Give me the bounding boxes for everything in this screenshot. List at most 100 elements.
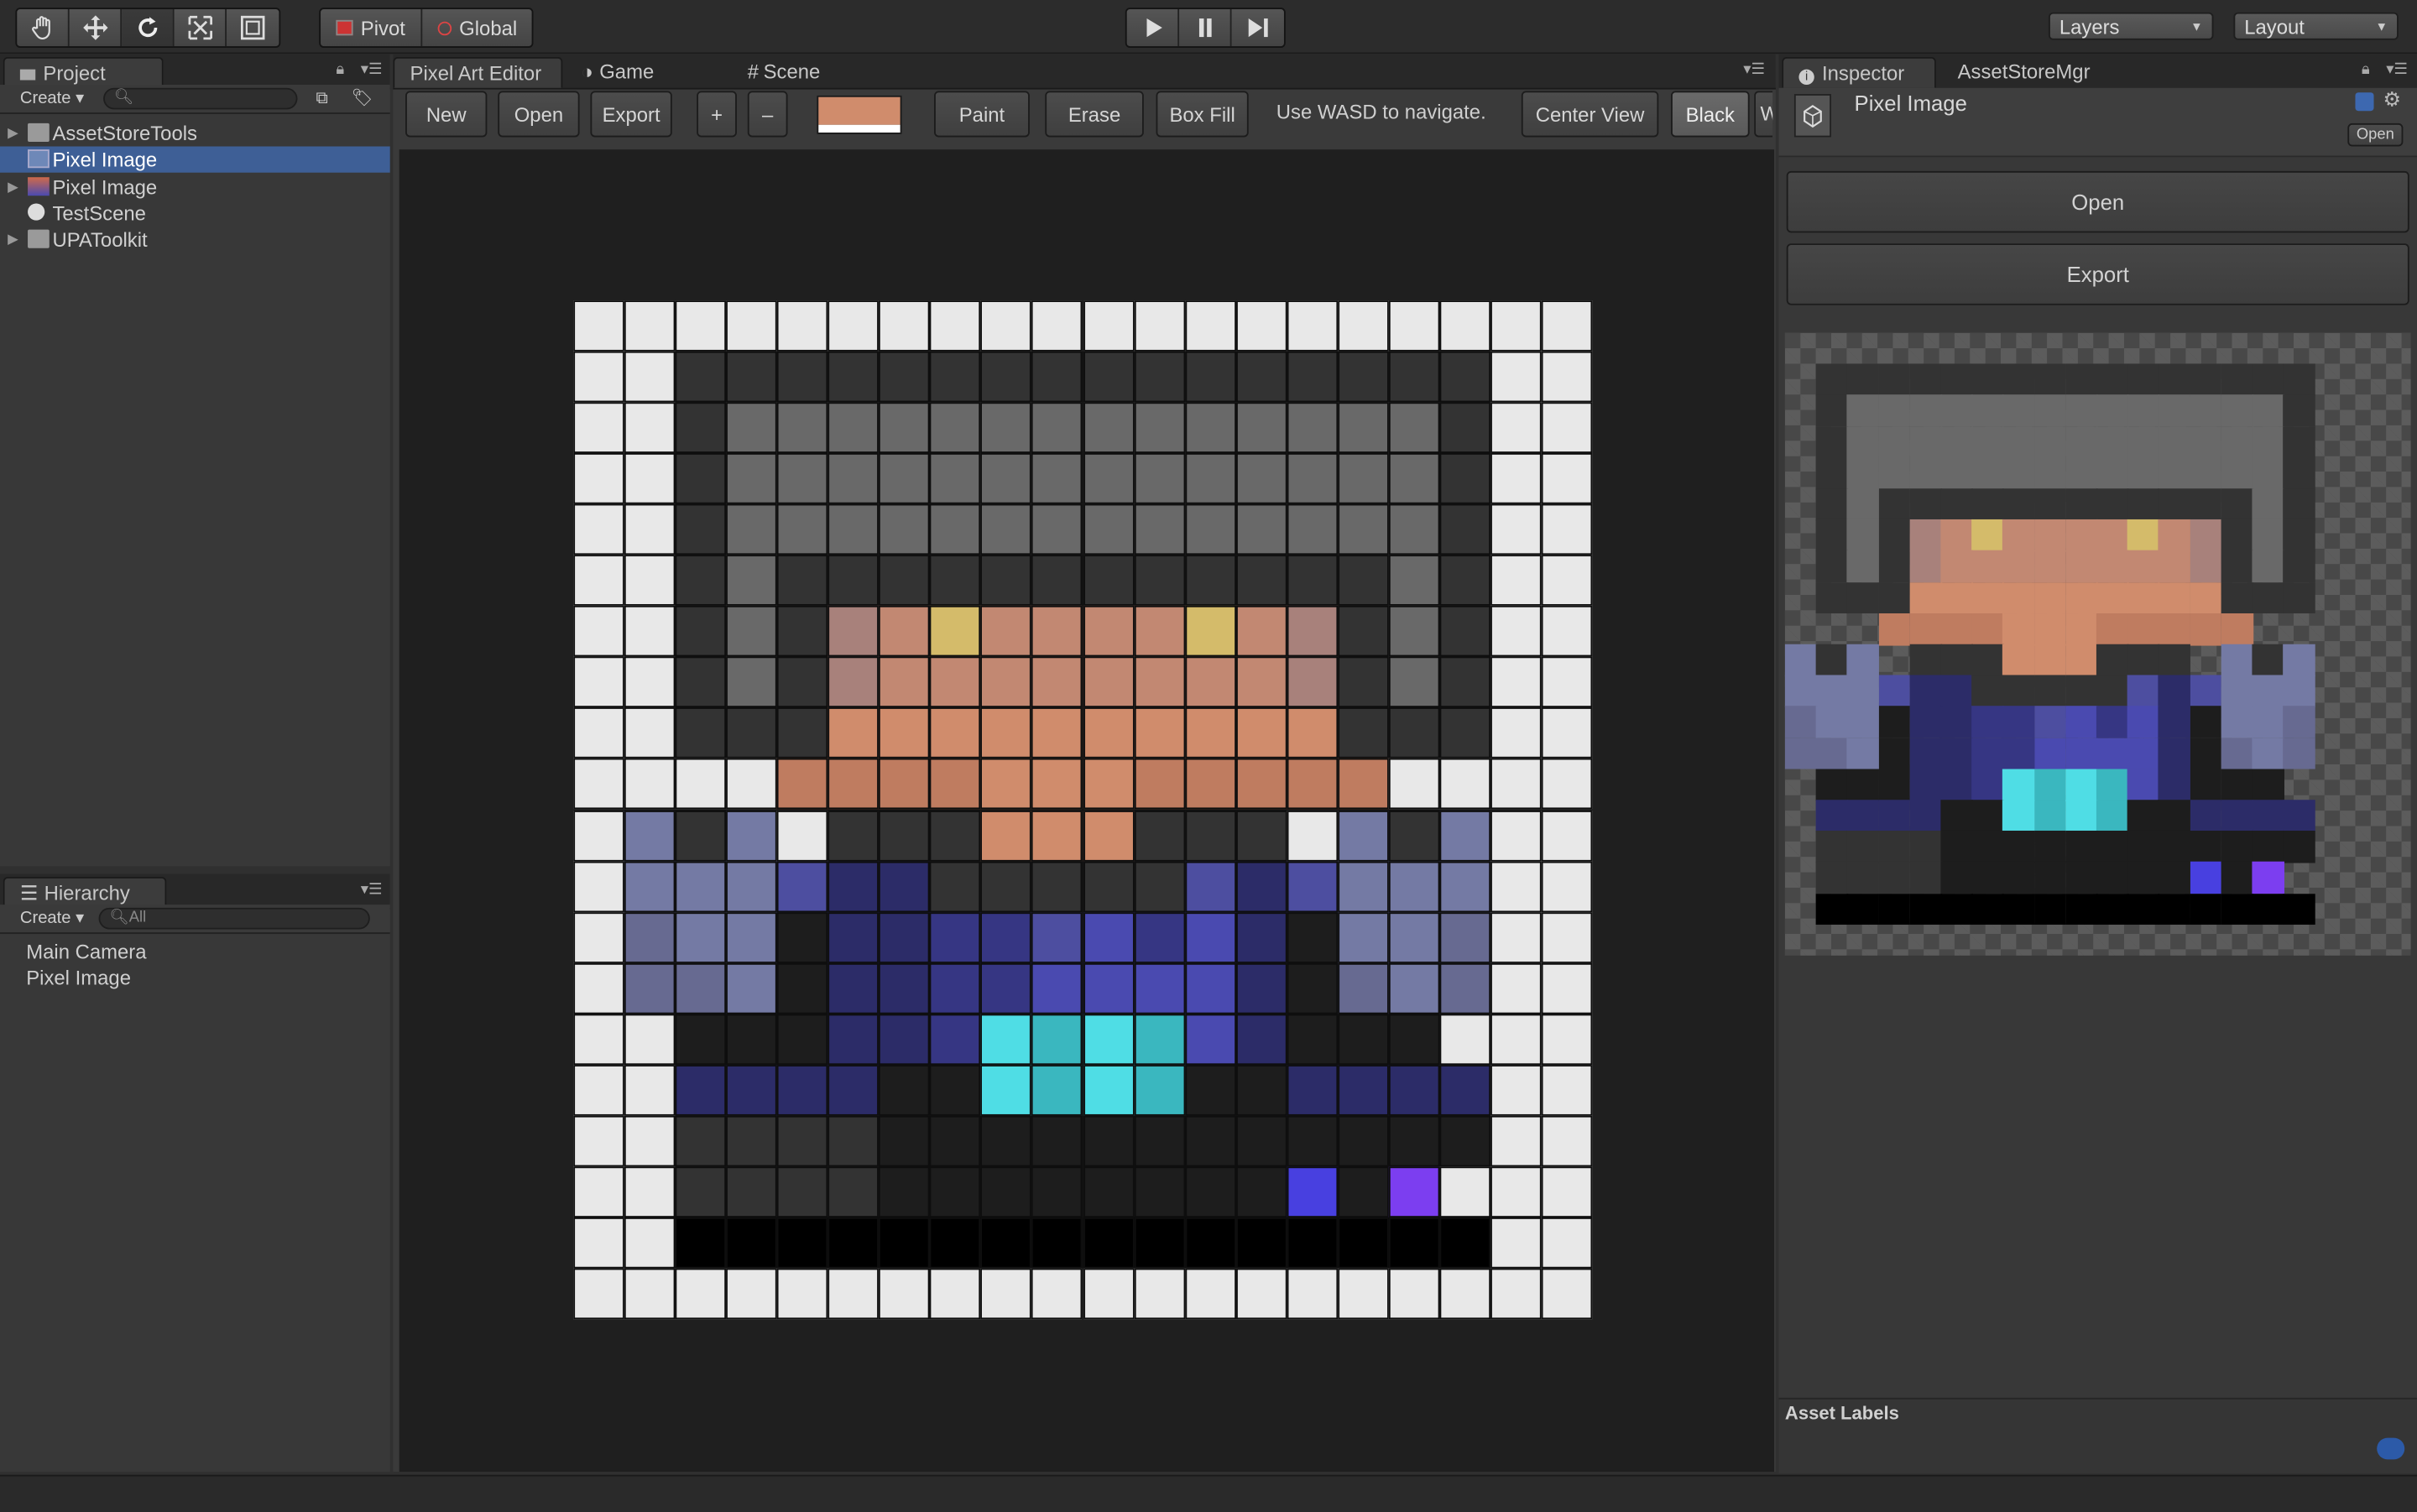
pixel-cell[interactable] (1388, 503, 1440, 555)
pixel-cell[interactable] (675, 1217, 727, 1269)
pixel-cell[interactable] (879, 402, 931, 454)
pixel-cell[interactable] (777, 606, 828, 658)
pixel-cell[interactable] (1184, 810, 1236, 861)
pixel-cell[interactable] (1235, 1013, 1287, 1065)
pixel-cell[interactable] (777, 962, 828, 1014)
pixel-cell[interactable] (1083, 1064, 1134, 1116)
tab-assetstoremgr[interactable]: AssetStoreMgr (1942, 57, 2112, 88)
pixel-cell[interactable] (1388, 1013, 1440, 1065)
pixel-cell[interactable] (1337, 1166, 1389, 1217)
pixel-cell[interactable] (879, 810, 931, 861)
pixel-cell[interactable] (624, 300, 676, 352)
pixel-cell[interactable] (1439, 810, 1490, 861)
pixel-cell[interactable] (1541, 911, 1593, 963)
pixel-cell[interactable] (1388, 707, 1440, 759)
pixel-cell[interactable] (573, 351, 624, 403)
open-small-button[interactable]: Open (2347, 123, 2404, 147)
rotate-icon[interactable] (122, 9, 175, 47)
pixel-cell[interactable] (1031, 657, 1083, 708)
pixel-cell[interactable] (827, 1115, 880, 1167)
pixel-cell[interactable] (1133, 1217, 1185, 1269)
pixel-cell[interactable] (726, 1166, 778, 1217)
pixel-cell[interactable] (675, 555, 727, 607)
pixel-cell[interactable] (1083, 657, 1134, 708)
pixel-cell[interactable] (1287, 1217, 1338, 1269)
pixel-cell[interactable] (1083, 759, 1134, 811)
pixel-cell[interactable] (726, 707, 778, 759)
project-item[interactable]: ▶ Pixel Image (0, 174, 390, 200)
pixel-cell[interactable] (1133, 402, 1185, 454)
pixel-cell[interactable] (980, 860, 1032, 912)
hierarchy-item[interactable]: Pixel Image (26, 967, 131, 990)
pixel-cell[interactable] (1133, 657, 1185, 708)
pixel-cell[interactable] (675, 707, 727, 759)
pixel-cell[interactable] (1388, 1166, 1440, 1217)
pixel-cell[interactable] (1439, 402, 1490, 454)
pixel-cell[interactable] (1490, 911, 1542, 963)
pixel-cell[interactable] (1031, 1217, 1083, 1269)
pixel-cell[interactable] (1439, 1115, 1490, 1167)
global-button[interactable]: Global (422, 9, 532, 46)
pixel-cell[interactable] (1083, 962, 1134, 1014)
pixel-cell[interactable] (1337, 300, 1389, 352)
pixel-cell[interactable] (777, 1064, 828, 1116)
tab-pixel-art-editor[interactable]: Pixel Art Editor (393, 56, 563, 88)
scale-icon[interactable] (175, 9, 227, 47)
pixel-cell[interactable] (1541, 606, 1593, 658)
pixel-cell[interactable] (879, 759, 931, 811)
pixel-cell[interactable] (1083, 911, 1134, 963)
pixel-cell[interactable] (1490, 1217, 1542, 1269)
pixel-cell[interactable] (1287, 1166, 1338, 1217)
pixel-cell[interactable] (1388, 1217, 1440, 1269)
pixel-cell[interactable] (1490, 962, 1542, 1014)
pixel-cell[interactable] (1083, 1013, 1134, 1065)
pixel-cell[interactable] (624, 1217, 676, 1269)
pixel-cell[interactable] (777, 1268, 828, 1320)
pixel-cell[interactable] (1083, 300, 1134, 352)
pixel-cell[interactable] (1184, 1115, 1236, 1167)
project-item[interactable]: TestScene (0, 201, 390, 227)
pixel-cell[interactable] (1235, 453, 1287, 504)
pixel-cell[interactable] (1439, 503, 1490, 555)
layers-dropdown[interactable]: Layers ▼ (2048, 12, 2214, 40)
erase-button[interactable]: Erase (1045, 91, 1144, 138)
pixel-cell[interactable] (675, 351, 727, 403)
open-button[interactable]: Open (498, 91, 580, 138)
pixel-cell[interactable] (930, 555, 981, 607)
pixel-cell[interactable] (1235, 606, 1287, 658)
pixel-cell[interactable] (1184, 300, 1236, 352)
pixel-cell[interactable] (1439, 911, 1490, 963)
pixel-cell[interactable] (930, 1013, 981, 1065)
pixel-cell[interactable] (1337, 1064, 1389, 1116)
pixel-cell[interactable] (573, 503, 624, 555)
pixel-cell[interactable] (930, 810, 981, 861)
pixel-cell[interactable] (1083, 351, 1134, 403)
pixel-cell[interactable] (1287, 351, 1338, 403)
pixel-cell[interactable] (1490, 453, 1542, 504)
pixel-cell[interactable] (1031, 453, 1083, 504)
pixel-cell[interactable] (980, 1013, 1032, 1065)
pixel-cell[interactable] (1031, 300, 1083, 352)
pixel-cell[interactable] (624, 810, 676, 861)
layout-dropdown[interactable]: Layout ▼ (2233, 12, 2399, 40)
pixel-cell[interactable] (1031, 555, 1083, 607)
pixel-cell[interactable] (1541, 1217, 1593, 1269)
pixel-cell[interactable] (827, 300, 880, 352)
pixel-cell[interactable] (1287, 707, 1338, 759)
pixel-cell[interactable] (827, 657, 880, 708)
pixel-cell[interactable] (1235, 911, 1287, 963)
pixel-cell[interactable] (930, 1115, 981, 1167)
gear-icon[interactable]: ⚙ (2383, 88, 2401, 112)
pixel-cell[interactable] (624, 1064, 676, 1116)
pixel-cell[interactable] (1439, 1217, 1490, 1269)
pixel-cell[interactable] (1388, 657, 1440, 708)
pixel-cell[interactable] (573, 1115, 624, 1167)
pixel-cell[interactable] (1235, 1217, 1287, 1269)
pixel-cell[interactable] (1439, 606, 1490, 658)
pixel-cell[interactable] (1184, 1013, 1236, 1065)
pixel-cell[interactable] (827, 555, 880, 607)
pixel-cell[interactable] (1031, 1268, 1083, 1320)
pixel-cell[interactable] (930, 707, 981, 759)
pixel-cell[interactable] (980, 759, 1032, 811)
expand-arrow-icon[interactable]: ▶ (8, 227, 18, 253)
